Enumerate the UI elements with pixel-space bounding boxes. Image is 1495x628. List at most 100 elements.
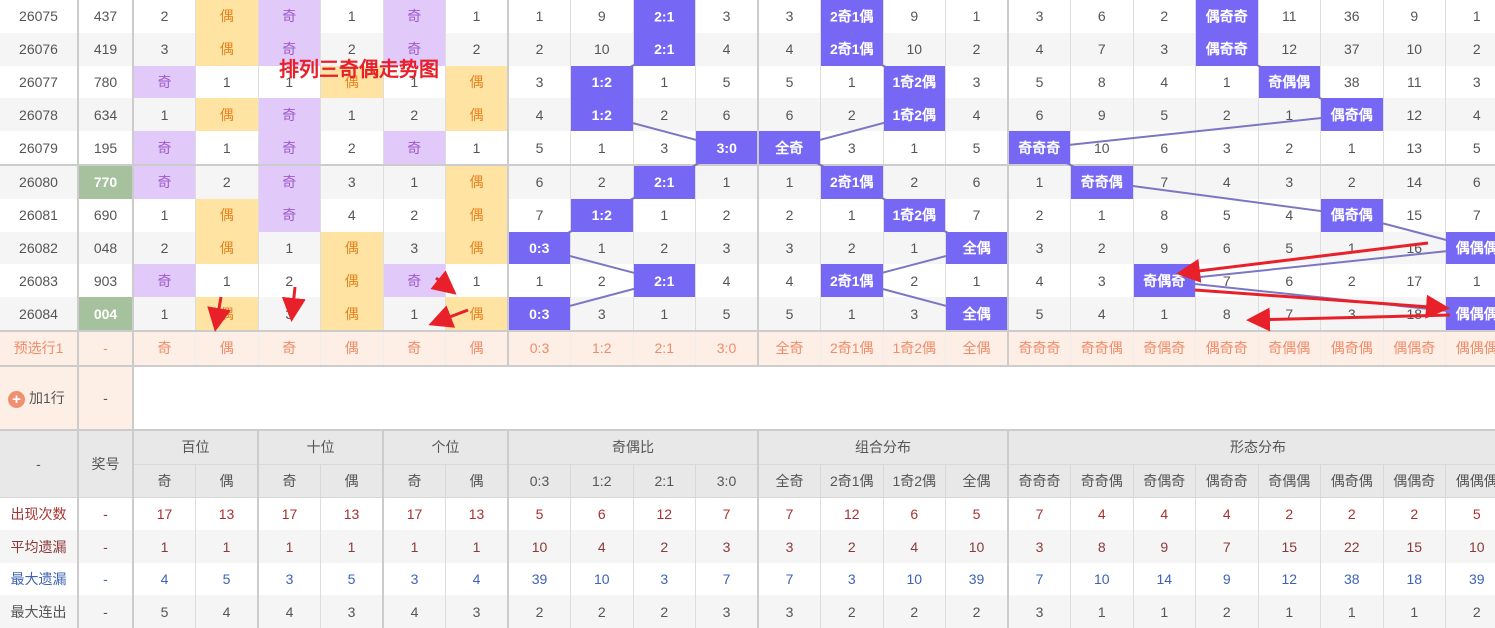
miss-cell: 奇 (133, 66, 196, 99)
miss-cell: 1 (1258, 98, 1321, 131)
header-subcolumn: 奇奇奇 (1008, 464, 1071, 497)
stats-value: 2 (571, 595, 634, 628)
preselect-option[interactable]: 奇 (133, 331, 196, 366)
stats-value: 2 (508, 595, 571, 628)
hit-cell: 2:1 (633, 165, 696, 199)
miss-cell: 奇 (258, 131, 321, 165)
miss-cell: 3 (946, 66, 1009, 99)
hit-cell: 2:1 (633, 0, 696, 33)
miss-cell: 5 (1258, 232, 1321, 265)
miss-cell: 3 (258, 297, 321, 331)
hit-cell: 1:2 (571, 66, 634, 99)
miss-cell: 2 (883, 264, 946, 297)
stats-value: 4 (1133, 497, 1196, 530)
add-row-empty (133, 366, 1495, 430)
stats-value: 1 (1258, 595, 1321, 628)
header-subcolumn: 偶 (196, 464, 259, 497)
miss-cell: 偶 (446, 232, 509, 265)
preselect-option[interactable]: 2:1 (633, 331, 696, 366)
preselect-option[interactable]: 奇奇偶 (1071, 331, 1134, 366)
stats-value: 38 (1321, 563, 1384, 596)
stats-value: 7 (758, 497, 821, 530)
header-subcolumn: 2奇1偶 (821, 464, 884, 497)
stats-label: 出现次数 (0, 497, 78, 530)
miss-cell: 奇 (258, 98, 321, 131)
miss-cell: 2 (1258, 131, 1321, 165)
preselect-option[interactable]: 偶偶奇 (1383, 331, 1446, 366)
hit-cell: 0:3 (508, 232, 571, 265)
preselect-option[interactable]: 1:2 (571, 331, 634, 366)
period-cell: 26082 (0, 232, 78, 265)
stats-value: 17 (133, 497, 196, 530)
preselect-option[interactable]: 偶 (196, 331, 259, 366)
miss-cell: 偶 (196, 33, 259, 66)
stats-value: 3 (1008, 595, 1071, 628)
miss-cell: 偶 (446, 297, 509, 331)
miss-cell: 1 (946, 264, 1009, 297)
stats-value: 7 (696, 497, 759, 530)
preselect-option[interactable]: 全奇 (758, 331, 821, 366)
stats-number: - (78, 595, 133, 628)
miss-cell: 18 (1383, 297, 1446, 331)
preselect-option[interactable]: 奇奇奇 (1008, 331, 1071, 366)
miss-cell: 1 (1196, 66, 1259, 99)
miss-cell: 1 (446, 131, 509, 165)
period-cell: 26079 (0, 131, 78, 165)
miss-cell: 4 (1008, 264, 1071, 297)
add-row-button[interactable]: +加1行 (0, 366, 78, 430)
hit-cell: 1奇2偶 (883, 199, 946, 232)
miss-cell: 1 (383, 66, 446, 99)
miss-cell: 17 (1383, 264, 1446, 297)
miss-cell: 3 (883, 297, 946, 331)
preselect-option[interactable]: 0:3 (508, 331, 571, 366)
hit-cell: 奇偶奇 (1133, 264, 1196, 297)
miss-cell: 11 (1258, 0, 1321, 33)
stats-value: 17 (258, 497, 321, 530)
miss-cell: 2 (446, 33, 509, 66)
preselect-option[interactable]: 偶偶偶 (1446, 331, 1495, 366)
preselect-option[interactable]: 奇 (383, 331, 446, 366)
miss-cell: 奇 (133, 165, 196, 199)
preselect-option[interactable]: 偶 (321, 331, 384, 366)
miss-cell: 12 (1383, 98, 1446, 131)
preselect-option[interactable]: 偶奇偶 (1321, 331, 1384, 366)
preselect-option[interactable]: 奇 (258, 331, 321, 366)
period-cell: 26078 (0, 98, 78, 131)
add-row: +加1行- (0, 366, 1495, 430)
stats-value: 1 (383, 530, 446, 563)
miss-cell: 4 (1446, 98, 1495, 131)
miss-cell: 1 (196, 131, 259, 165)
miss-cell: 8 (1133, 199, 1196, 232)
stats-value: 3 (446, 595, 509, 628)
stats-value: 7 (1196, 530, 1259, 563)
miss-cell: 3 (1133, 33, 1196, 66)
miss-cell: 偶 (321, 264, 384, 297)
miss-cell: 1 (1071, 199, 1134, 232)
miss-cell: 偶 (196, 199, 259, 232)
preselect-option[interactable]: 偶奇奇 (1196, 331, 1259, 366)
preselect-option[interactable]: 3:0 (696, 331, 759, 366)
trend-table-container: 260754372偶奇1奇1192:1332奇1偶91362偶奇奇1136912… (0, 0, 1495, 628)
header-subcolumn: 偶 (446, 464, 509, 497)
miss-cell: 2 (321, 33, 384, 66)
miss-cell: 5 (758, 66, 821, 99)
miss-cell: 10 (1383, 33, 1446, 66)
hit-cell: 2:1 (633, 264, 696, 297)
miss-cell: 1 (446, 0, 509, 33)
miss-cell: 1 (633, 66, 696, 99)
preselect-option[interactable]: 全偶 (946, 331, 1009, 366)
miss-cell: 9 (1383, 0, 1446, 33)
preselect-option[interactable]: 奇偶偶 (1258, 331, 1321, 366)
stats-row: 最大遗漏-45353439103773103971014912381839 (0, 563, 1495, 596)
preselect-option[interactable]: 偶 (446, 331, 509, 366)
draw-number-cell: 770 (78, 165, 133, 199)
preselect-option[interactable]: 1奇2偶 (883, 331, 946, 366)
draw-number-cell: 195 (78, 131, 133, 165)
preselect-option[interactable]: 奇偶奇 (1133, 331, 1196, 366)
miss-cell: 6 (1008, 98, 1071, 131)
miss-cell: 1 (1446, 0, 1495, 33)
preselect-option[interactable]: 2奇1偶 (821, 331, 884, 366)
header-subcolumn: 0:3 (508, 464, 571, 497)
miss-cell: 1 (133, 199, 196, 232)
miss-cell: 1 (821, 66, 884, 99)
